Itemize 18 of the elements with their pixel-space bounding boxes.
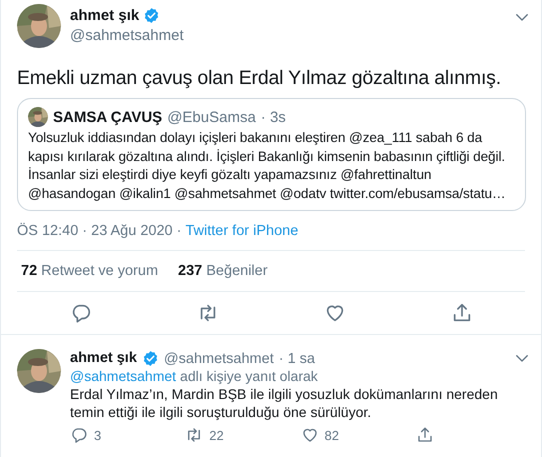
engagement-stat[interactable]: 237 Beğeniler <box>178 263 268 279</box>
tweet-text: Emekli uzman çavuş olan Erdal Yılmaz gözaltına alınmış. <box>17 66 502 90</box>
tweet-timestamp: ÖS 12:40 · 23 Ağu 2020 · <box>17 223 182 239</box>
author-name[interactable]: ahmet şık <box>70 350 137 366</box>
quoted-author-handle: @EbuSamsa <box>167 108 256 126</box>
author-name[interactable]: ahmet şık <box>70 7 140 24</box>
quoted-tweet-time: · 3s <box>260 108 286 126</box>
quoted-author-name: SAMSA ÇAVUŞ <box>53 108 162 126</box>
engagement-stat[interactable]: 72 Retweet ve yorum <box>21 263 158 279</box>
reply-context-text: adlı kişiye yanıt olarak <box>180 368 318 384</box>
author-handle[interactable]: @sahmetsahmet <box>70 27 504 44</box>
action-count: 82 <box>324 428 339 442</box>
tweet-time: · 1 sa <box>278 350 315 366</box>
author-handle[interactable]: @sahmetsahmet <box>164 350 274 366</box>
action-count: 3 <box>94 428 102 442</box>
quoted-tweet-text: Yolsuzluk iddiasından dolayı içişleri bakanını eleştiren @zea_111 sabah 6 da kapısı kırılarak gözaltına alındı. İçişleri Bakanlığı kimsenin babasının çiftliği değil. İnsanlar sizi eleştirdi diye keyfi gözaltı yapamazsınız @fahrettinaltun @hasandogan @ikalin1 @sahmetsahmet @odatv twitter.com/ebusamsa/statu… <box>28 129 506 203</box>
action-count: 22 <box>209 428 224 442</box>
tweet-text: Erdal Yılmaz’ın, Mardin BŞB ile ilgili yosuzluk dokümanlarını nereden temin ettiği ile ilgili soruşturulduğu öne sürülüyor. <box>70 385 499 421</box>
